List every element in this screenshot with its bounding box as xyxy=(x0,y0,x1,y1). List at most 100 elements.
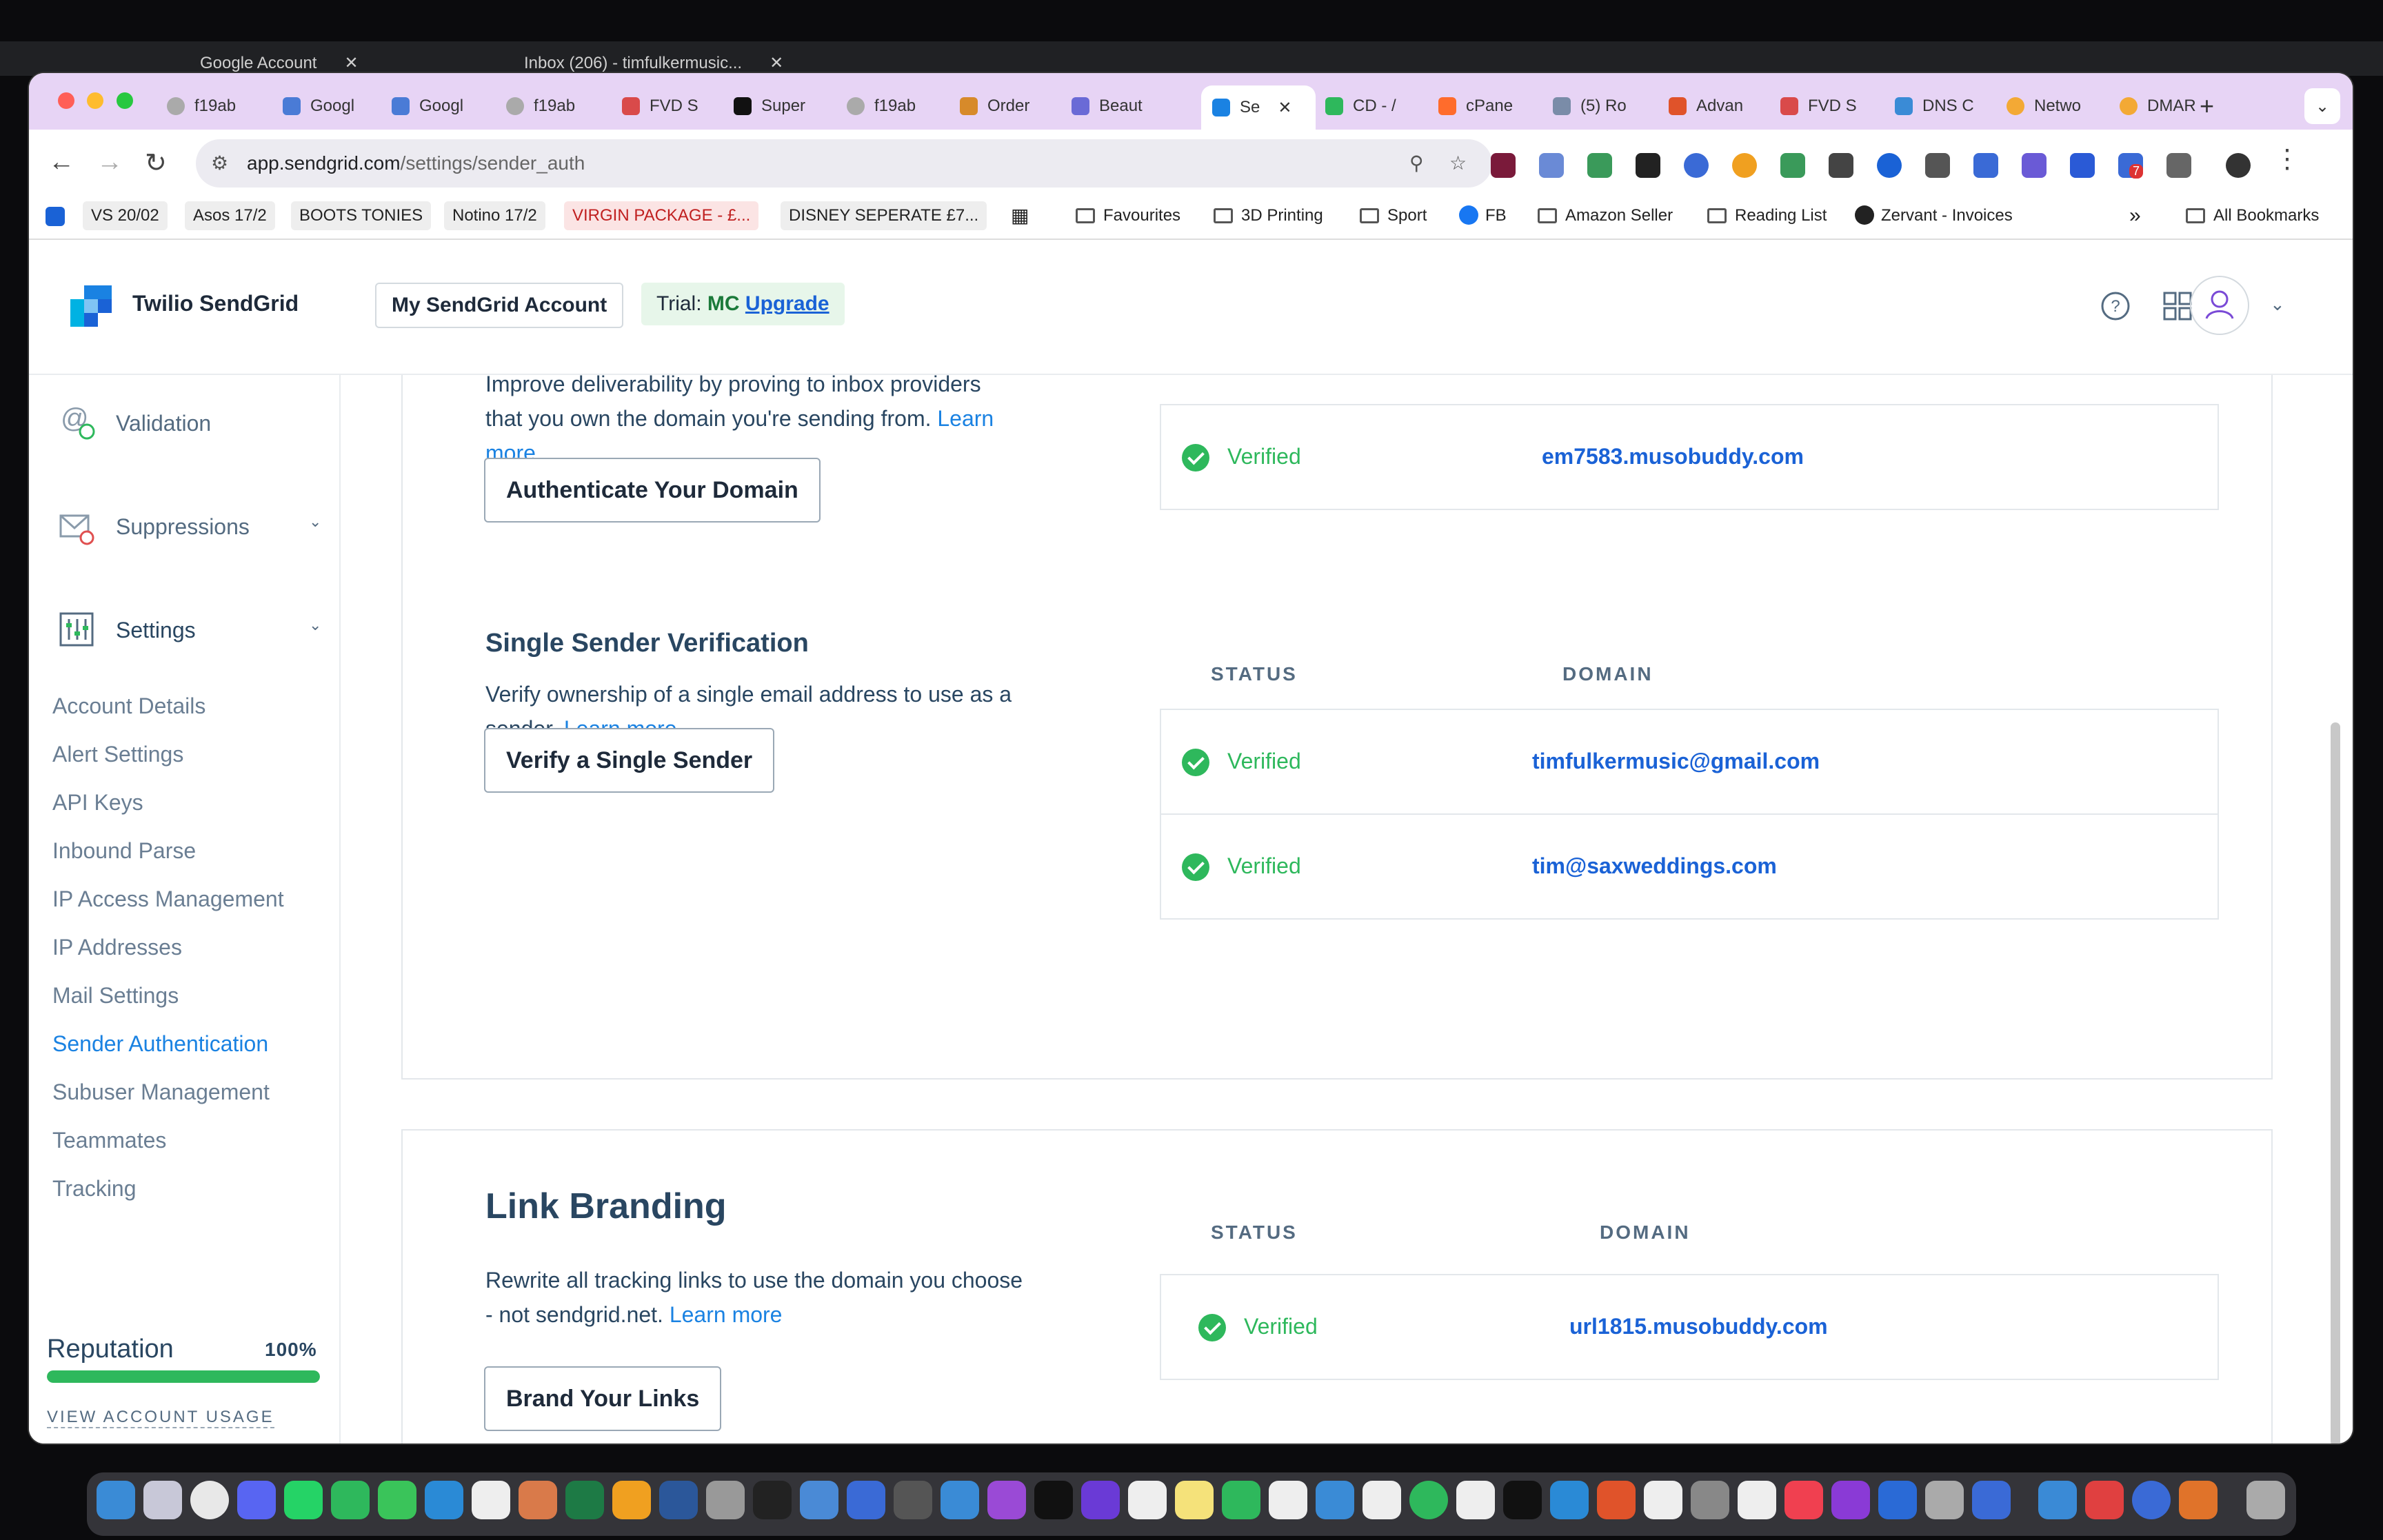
bookmark[interactable]: BOOTS TONIES xyxy=(291,201,432,230)
bookmark[interactable]: FB xyxy=(1451,201,1515,230)
browser-tab[interactable]: CD - / xyxy=(1325,88,1436,124)
zoom-icon[interactable]: ⚲ xyxy=(1409,139,1424,188)
apps-grid-icon[interactable] xyxy=(2162,291,2193,321)
learn-more-link[interactable]: Learn xyxy=(937,406,994,431)
bookmark-folder[interactable]: Reading List xyxy=(1699,201,1835,230)
sender-email-link[interactable]: tim@saxweddings.com xyxy=(1532,853,1777,879)
photos-icon[interactable] xyxy=(1128,1481,1167,1519)
apple-tv-icon[interactable] xyxy=(1503,1481,1542,1519)
all-bookmarks-folder[interactable]: All Bookmarks xyxy=(2178,201,2327,230)
help-icon[interactable]: ? xyxy=(2100,291,2131,321)
browser-tab[interactable]: DNS C xyxy=(1895,88,2005,124)
sidebar-subitem[interactable]: IP Addresses xyxy=(52,935,182,960)
close-icon[interactable]: ✕ xyxy=(770,54,783,72)
browser-tab[interactable]: f19ab xyxy=(506,88,616,124)
site-info-icon[interactable]: ⚙ xyxy=(211,139,228,188)
preview-icon[interactable] xyxy=(2038,1481,2077,1519)
bookmark[interactable]: Zervant - Invoices xyxy=(1847,201,2021,230)
extension-icon[interactable] xyxy=(1587,153,1612,178)
app-icon[interactable] xyxy=(1409,1481,1448,1519)
music-icon[interactable] xyxy=(1784,1481,1823,1519)
app-icon[interactable] xyxy=(847,1481,885,1519)
app-store-icon[interactable] xyxy=(425,1481,463,1519)
browser-tab[interactable]: Order xyxy=(960,88,1070,124)
extension-icon[interactable] xyxy=(1780,153,1805,178)
browser-tab[interactable]: Netwo xyxy=(2007,88,2117,124)
puzzle-icon[interactable] xyxy=(2166,153,2191,178)
sidebar-subitem[interactable]: Subuser Management xyxy=(52,1080,270,1105)
minimize-window-button[interactable] xyxy=(87,92,104,109)
extension-icon[interactable] xyxy=(2070,153,2095,178)
browser-tab[interactable]: (5) Ro xyxy=(1553,88,1663,124)
terminal-icon[interactable] xyxy=(753,1481,792,1519)
extension-icon[interactable] xyxy=(1491,153,1516,178)
bookmark-folder[interactable]: Sport xyxy=(1351,201,1435,230)
extension-icon[interactable]: 7 xyxy=(2118,153,2144,179)
numbers-icon[interactable] xyxy=(331,1481,370,1519)
address-bar[interactable]: ⚙ app.sendgrid.com/settings/sender_auth … xyxy=(196,139,1492,188)
calendar-icon[interactable] xyxy=(1363,1481,1401,1519)
launchpad-icon[interactable] xyxy=(143,1481,182,1519)
final-cut-icon[interactable] xyxy=(894,1481,932,1519)
bookmark[interactable]: Asos 17/2 xyxy=(185,201,275,230)
upgrade-link[interactable]: Upgrade xyxy=(745,292,829,315)
chrome-icon[interactable] xyxy=(190,1481,229,1519)
app-icon[interactable] xyxy=(1081,1481,1120,1519)
chevron-down-icon[interactable]: ⌄ xyxy=(309,616,321,634)
browser-tab[interactable]: FVD S xyxy=(1780,88,1891,124)
messages-icon[interactable] xyxy=(378,1481,416,1519)
bookmark-folder[interactable]: Amazon Seller xyxy=(1529,201,1681,230)
app-icon[interactable] xyxy=(1597,1481,1636,1519)
browser-tab[interactable]: Googl xyxy=(392,88,502,124)
authenticate-domain-button[interactable]: Authenticate Your Domain xyxy=(484,458,821,523)
apps-grid-icon[interactable]: ▦ xyxy=(1003,201,1037,230)
extension-icon[interactable] xyxy=(1925,153,1950,178)
browser-tab[interactable]: Advan xyxy=(1669,88,1779,124)
brand-your-links-button[interactable]: Brand Your Links xyxy=(484,1366,722,1431)
user-avatar[interactable] xyxy=(2190,276,2249,335)
tab-search-chevron-icon[interactable]: ⌄ xyxy=(2304,88,2340,124)
reload-icon[interactable]: ↻ xyxy=(145,148,167,179)
profile-avatar-icon[interactable] xyxy=(2226,153,2251,178)
extension-icon[interactable] xyxy=(2022,153,2047,178)
domain-link[interactable]: url1815.musobuddy.com xyxy=(1569,1314,1828,1339)
back-arrow-icon[interactable]: ← xyxy=(48,148,74,177)
sidebar-subitem[interactable]: Teammates xyxy=(52,1128,166,1153)
browser-tab[interactable]: Beaut xyxy=(1072,88,1182,124)
browser-tab[interactable]: Googl xyxy=(283,88,393,124)
sendgrid-logo[interactable] xyxy=(70,285,112,327)
app-icon[interactable] xyxy=(1925,1481,1964,1519)
app-icon[interactable] xyxy=(2085,1481,2124,1519)
close-tab-icon[interactable]: ✕ xyxy=(1278,98,1291,118)
system-settings-icon[interactable] xyxy=(1691,1481,1729,1519)
app-store-icon[interactable] xyxy=(1550,1481,1589,1519)
mail-icon[interactable] xyxy=(800,1481,838,1519)
extension-icon[interactable] xyxy=(1539,153,1564,178)
learn-more-link[interactable]: Learn more xyxy=(670,1302,783,1327)
browser-tab[interactable]: FVD S xyxy=(622,88,732,124)
sender-email-link[interactable]: timfulkermusic@gmail.com xyxy=(1532,749,1820,774)
sidebar-subitem[interactable]: Alert Settings xyxy=(52,742,183,767)
app-icon[interactable] xyxy=(1316,1481,1354,1519)
forward-arrow-icon[interactable]: → xyxy=(97,148,123,177)
sidebar-item-validation[interactable]: Validation xyxy=(116,411,211,436)
tr-app-icon[interactable] xyxy=(1034,1481,1073,1519)
sidebar-subitem-active[interactable]: Sender Authentication xyxy=(52,1031,268,1057)
app-icon[interactable] xyxy=(1738,1481,1776,1519)
bookmark[interactable]: VS 20/02 xyxy=(83,201,168,230)
sidebar-subitem[interactable]: Account Details xyxy=(52,693,205,719)
sidebar-subitem[interactable]: Mail Settings xyxy=(52,983,179,1009)
whatsapp-icon[interactable] xyxy=(284,1481,323,1519)
browser-tab-active[interactable]: Se ✕ xyxy=(1201,85,1316,130)
new-tab-button[interactable]: + xyxy=(2200,88,2241,124)
bookmark[interactable]: DISNEY SEPERATE £7... xyxy=(781,201,987,230)
excel-icon[interactable] xyxy=(565,1481,604,1519)
settings-app-icon[interactable] xyxy=(706,1481,745,1519)
messenger-icon[interactable] xyxy=(1878,1481,1917,1519)
safari-icon[interactable] xyxy=(941,1481,979,1519)
chevron-down-icon[interactable]: ⌄ xyxy=(2270,294,2285,315)
verify-single-sender-button[interactable]: Verify a Single Sender xyxy=(484,728,775,793)
app-icon[interactable] xyxy=(2132,1481,2171,1519)
word-icon[interactable] xyxy=(659,1481,698,1519)
bookmark[interactable]: Notino 17/2 xyxy=(444,201,545,230)
